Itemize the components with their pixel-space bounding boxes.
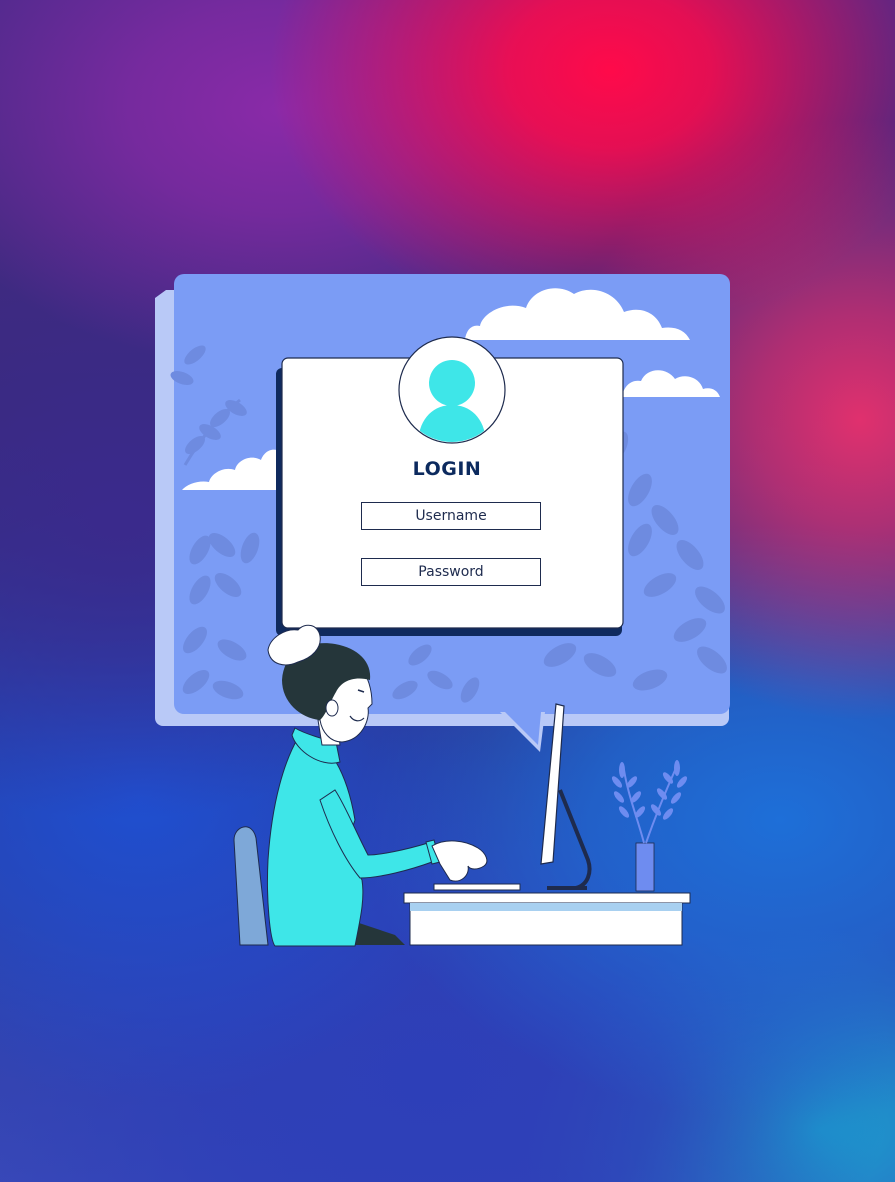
desk-top (403, 892, 691, 904)
login-title: LOGIN (412, 458, 482, 480)
keyboard (433, 883, 521, 891)
monitor-icon (540, 703, 592, 890)
illustration (155, 274, 730, 947)
password-field[interactable]: Password (361, 558, 541, 586)
chair (233, 826, 269, 946)
username-field[interactable]: Username (361, 502, 541, 530)
plant-icon (611, 760, 688, 892)
